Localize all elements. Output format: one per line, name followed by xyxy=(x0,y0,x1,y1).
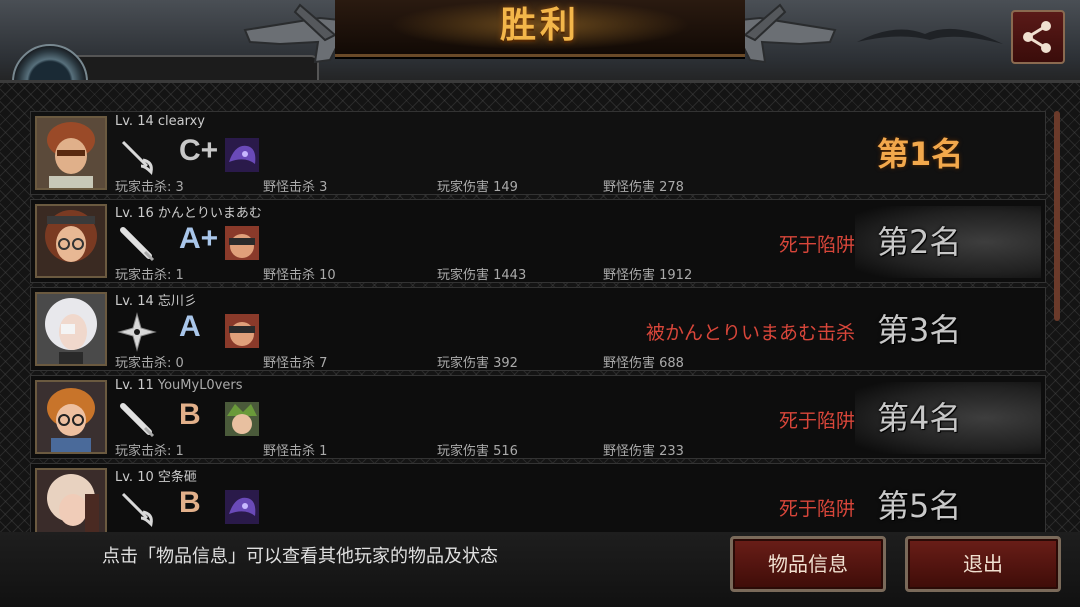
monster-damage: 野怪伤害 278 xyxy=(603,180,684,195)
player-kills: 玩家击杀: 0 xyxy=(115,356,184,371)
player-portrait xyxy=(35,292,107,366)
player-level: Lv. 16 xyxy=(115,206,154,221)
player-damage: 玩家伤害 516 xyxy=(437,444,518,459)
player-name: 空条砸 xyxy=(157,470,197,485)
death-cause: 被かんとりいまあむ击杀 xyxy=(645,322,855,344)
bat-icon xyxy=(120,227,155,262)
goggles-portrait-icon xyxy=(225,226,259,260)
results-panel: Lv. 14 clearxy C+ 玩家击杀: 3 野怪击杀 3 玩家伤害 14… xyxy=(0,80,1080,535)
player-portrait xyxy=(35,116,107,190)
purple-creature-icon xyxy=(225,490,259,524)
results-list[interactable]: Lv. 14 clearxy C+ 玩家击杀: 3 野怪击杀 3 玩家伤害 14… xyxy=(30,111,1050,535)
player-portrait xyxy=(35,204,107,278)
death-cause: 死于陷阱 xyxy=(778,234,855,256)
player-portrait xyxy=(35,380,107,454)
player-kills: 玩家击杀: 3 xyxy=(115,180,184,195)
player-row[interactable]: Lv. 14 clearxy C+ 玩家击杀: 3 野怪击杀 3 玩家伤害 14… xyxy=(30,111,1046,195)
player-name: clearxy xyxy=(157,114,205,129)
rapier-icon xyxy=(121,492,153,528)
player-name: かんとりいまあむ xyxy=(157,206,262,221)
share-button[interactable] xyxy=(1011,10,1065,64)
player-row[interactable]: Lv. 10 空条砸 B 死于陷阱 第5名 xyxy=(30,463,1046,535)
rapier-icon xyxy=(121,140,153,176)
player-row[interactable]: Lv. 16 かんとりいまあむ A+ 玩家击杀: 1 野怪击杀 10 玩家伤害 … xyxy=(30,199,1046,283)
bird-silhouette-icon xyxy=(857,28,1003,44)
rank-label: 第1名 xyxy=(877,135,964,173)
monster-kills: 野怪击杀 7 xyxy=(263,356,328,371)
goggles-portrait-icon xyxy=(225,314,259,348)
rank-label: 第3名 xyxy=(877,311,962,349)
monster-damage: 野怪伤害 233 xyxy=(603,444,684,459)
monster-kills: 野怪击杀 10 xyxy=(263,268,336,283)
green-hair-portrait-icon xyxy=(225,402,259,436)
player-level: Lv. 11 xyxy=(115,378,154,393)
item-info-button[interactable]: 物品信息 xyxy=(730,536,886,592)
player-kills: 玩家击杀: 1 xyxy=(115,444,184,459)
player-level: Lv. 10 xyxy=(115,470,154,485)
bat-icon xyxy=(120,403,155,438)
player-level: Lv. 14 xyxy=(115,294,154,309)
grade-letter: B xyxy=(179,486,201,519)
monster-kills: 野怪击杀 1 xyxy=(263,444,328,459)
list-scrollbar[interactable] xyxy=(1054,111,1060,321)
grade-letter: B xyxy=(179,398,201,431)
monster-damage: 野怪伤害 1912 xyxy=(603,268,693,283)
player-name: YouMyL0vers xyxy=(157,378,243,393)
exit-button[interactable]: 退出 xyxy=(905,536,1061,592)
monster-damage: 野怪伤害 688 xyxy=(603,356,684,371)
grade-letter: A+ xyxy=(179,222,219,255)
grade-letter: A xyxy=(179,310,201,343)
rank-label: 第2名 xyxy=(877,223,962,261)
player-damage: 玩家伤害 1443 xyxy=(437,268,527,283)
hint-text: 点击「物品信息」可以查看其他玩家的物品及状态 xyxy=(102,546,498,567)
rank-label: 第4名 xyxy=(877,399,962,437)
share-icon xyxy=(1023,21,1051,53)
shuriken-icon xyxy=(117,312,157,352)
monster-kills: 野怪击杀 3 xyxy=(263,180,328,195)
player-portrait xyxy=(35,468,107,535)
player-kills: 玩家击杀: 1 xyxy=(115,268,184,283)
death-cause: 死于陷阱 xyxy=(778,410,855,432)
player-level: Lv. 14 xyxy=(115,114,154,129)
player-damage: 玩家伤害 149 xyxy=(437,180,518,195)
purple-creature-icon xyxy=(225,138,259,172)
death-cause: 死于陷阱 xyxy=(778,498,855,520)
page-title: 胜利 xyxy=(499,5,580,46)
player-row[interactable]: Lv. 14 忘川彡 A 玩家击杀: 0 野怪击杀 7 玩家伤害 392 野怪伤… xyxy=(30,287,1046,371)
grade-letter: C+ xyxy=(179,134,219,167)
player-row[interactable]: Lv. 11 YouMyL0vers B 玩家击杀: 1 野怪击杀 1 玩家伤害… xyxy=(30,375,1046,459)
player-name: 忘川彡 xyxy=(157,294,197,309)
rank-label: 第5名 xyxy=(877,487,962,525)
player-damage: 玩家伤害 392 xyxy=(437,356,518,371)
